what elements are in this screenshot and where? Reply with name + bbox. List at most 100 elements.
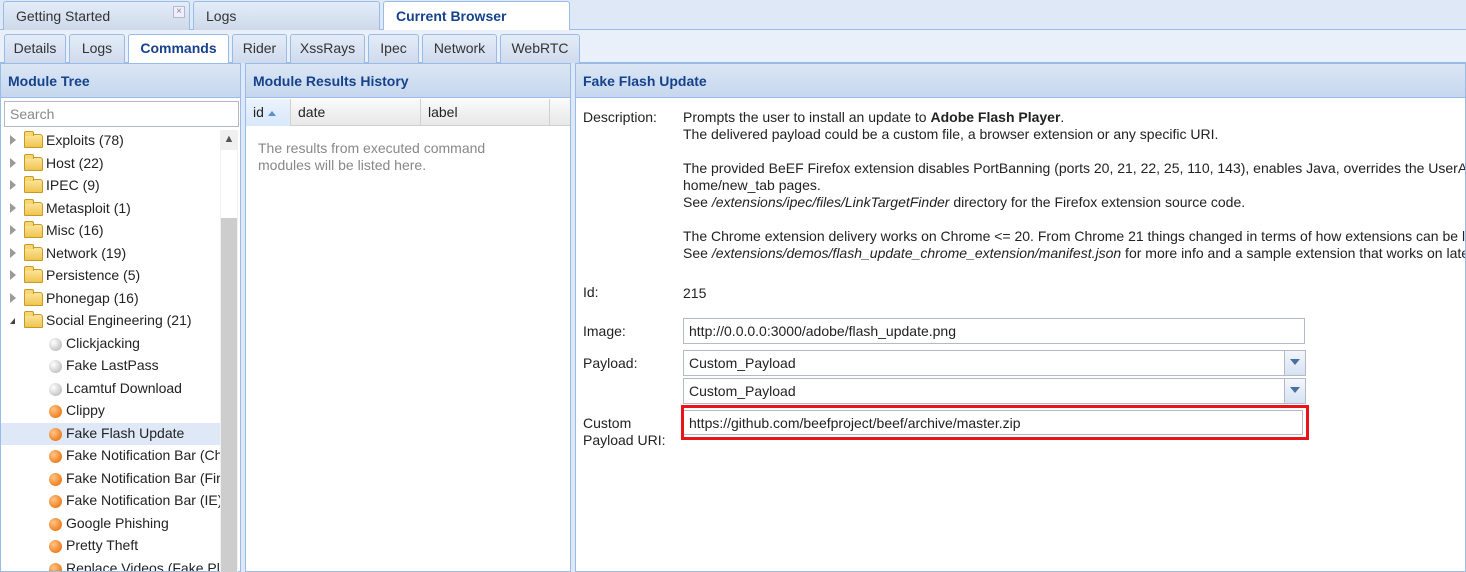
tab-commands[interactable]: Commands: [128, 34, 229, 64]
module-label: Fake Notification Bar (Firefox): [66, 469, 221, 486]
status-orange-icon: [49, 540, 62, 553]
column-label: id: [253, 104, 264, 120]
description-label: Description:: [583, 109, 657, 125]
tree-module[interactable]: Fake Notification Bar (Chrome): [1, 445, 221, 468]
tree-category[interactable]: Phonegap (16): [1, 288, 221, 311]
tab-rider[interactable]: Rider: [232, 34, 287, 63]
tab-label: Getting Started: [16, 8, 111, 24]
tree-category[interactable]: Persistence (5): [1, 265, 221, 288]
tree-scrollbar[interactable]: ▲: [220, 130, 238, 572]
tree-module[interactable]: Lcamtuf Download: [1, 378, 221, 401]
module-tree-panel: Module Tree Search Exploits (78) Host (2…: [0, 63, 241, 572]
expand-arrow-icon[interactable]: [10, 247, 16, 258]
column-header-label[interactable]: label: [421, 99, 550, 126]
image-url-input[interactable]: http://0.0.0.0:3000/adobe/flash_update.p…: [683, 318, 1305, 344]
description-line: home/new_tab pages.: [683, 177, 821, 193]
category-label: Persistence (5): [46, 267, 141, 283]
category-label: Host (22): [46, 154, 104, 171]
expand-arrow-icon[interactable]: [10, 180, 16, 190]
tab-webrtc[interactable]: WebRTC: [500, 34, 580, 63]
status-orange-icon: [49, 562, 62, 571]
description-line: The provided BeEF Firefox extension disa…: [683, 160, 1466, 176]
panel-title: Module Tree: [1, 64, 240, 98]
tree-module[interactable]: Clippy: [1, 400, 221, 423]
tree-category[interactable]: Exploits (78): [1, 130, 221, 153]
status-orange-icon: [49, 405, 62, 418]
tree-module[interactable]: Replace Videos (Fake Plugin): [1, 558, 221, 571]
tree-category[interactable]: Metasploit (1): [1, 198, 221, 221]
status-orange-icon: [49, 427, 62, 441]
main-tab-bar: Getting Started × Logs Current Browser: [0, 0, 1466, 31]
sort-ascending-icon: [267, 110, 276, 116]
status-orange-icon: [49, 517, 62, 531]
tree-category[interactable]: Host (22): [1, 153, 221, 176]
description-line: See /extensions/ipec/files/LinkTargetFin…: [683, 194, 1246, 210]
module-label: Lcamtuf Download: [66, 379, 182, 396]
expand-arrow-icon[interactable]: [10, 202, 16, 213]
folder-icon: [24, 176, 43, 193]
scrollbar-thumb[interactable]: [221, 218, 237, 572]
category-label: Network (19): [46, 244, 127, 261]
expand-arrow-icon[interactable]: [10, 157, 16, 168]
scroll-up-icon[interactable]: ▲: [220, 130, 238, 148]
payload-select-value: Custom_Payload: [689, 355, 796, 371]
tab-ipec[interactable]: Ipec: [368, 34, 419, 63]
status-grey-icon: [49, 382, 62, 396]
payload-select-secondary[interactable]: Custom_Payload: [683, 378, 1306, 404]
search-input[interactable]: Search: [4, 101, 239, 127]
status-orange-icon: [49, 450, 62, 463]
close-icon[interactable]: ×: [173, 6, 185, 18]
module-label: Fake Flash Update: [66, 424, 185, 441]
tree-module[interactable]: Google Phishing: [1, 513, 221, 536]
category-label: Exploits (78): [46, 132, 124, 148]
module-label: Google Phishing: [66, 514, 169, 531]
tab-logs[interactable]: Logs: [69, 34, 125, 63]
tree-category[interactable]: IPEC (9): [1, 175, 221, 198]
column-header-id[interactable]: id: [246, 99, 291, 126]
module-label: Pretty Theft: [66, 537, 139, 553]
status-grey-icon: [49, 337, 62, 351]
tab-label: Current Browser: [396, 8, 507, 24]
tree-module[interactable]: Fake LastPass: [1, 355, 221, 378]
tab-logs[interactable]: Logs: [193, 1, 380, 30]
folder-icon: [24, 131, 43, 148]
tree-category[interactable]: Network (19): [1, 243, 221, 266]
expand-arrow-icon[interactable]: [10, 225, 16, 235]
module-detail-panel: Fake Flash Update Description: Prompts t…: [575, 63, 1466, 572]
scrollbar-track[interactable]: [221, 150, 237, 218]
expand-arrow-icon[interactable]: [10, 135, 16, 145]
payload-select[interactable]: Custom_Payload: [683, 350, 1306, 376]
custom-uri-label: Custom: [583, 415, 632, 431]
folder-icon: [24, 221, 43, 238]
panel-title: Module Results History: [246, 64, 570, 98]
tab-details[interactable]: Details: [4, 34, 66, 63]
tree-module[interactable]: Fake Notification Bar (IE): [1, 490, 221, 513]
collapse-arrow-icon[interactable]: [10, 318, 15, 324]
tab-current-browser[interactable]: Current Browser: [383, 1, 570, 31]
chevron-down-icon[interactable]: [1284, 379, 1305, 403]
tree-module[interactable]: Clickjacking: [1, 333, 221, 356]
category-label: Social Engineering (21): [46, 312, 192, 328]
tree-module-selected[interactable]: Fake Flash Update: [1, 422, 221, 445]
column-header-date[interactable]: date: [291, 99, 421, 126]
tab-xssrays[interactable]: XssRays: [290, 34, 365, 63]
expand-arrow-icon[interactable]: [10, 292, 16, 303]
module-label: Clickjacking: [66, 334, 140, 351]
column-label: date: [298, 104, 326, 120]
column-label: label: [428, 104, 458, 120]
folder-icon: [24, 243, 43, 261]
expand-arrow-icon[interactable]: [10, 270, 16, 280]
tree-category-expanded[interactable]: Social Engineering (21): [1, 310, 221, 333]
tab-getting-started[interactable]: Getting Started ×: [3, 1, 190, 30]
results-grid-header: id date label: [246, 99, 570, 126]
module-label: Fake LastPass: [66, 357, 159, 373]
tree-category[interactable]: Misc (16): [1, 220, 221, 243]
payload-select-value: Custom_Payload: [689, 383, 796, 399]
tree-module[interactable]: Pretty Theft: [1, 535, 221, 558]
tab-network[interactable]: Network: [422, 34, 497, 63]
module-tree: Exploits (78) Host (22) IPEC (9) Metaspl…: [1, 130, 221, 571]
chevron-down-icon[interactable]: [1284, 351, 1305, 375]
module-label: Clippy: [66, 402, 105, 418]
tree-module[interactable]: Fake Notification Bar (Firefox): [1, 468, 221, 491]
browser-tab-bar: Details Logs Commands Rider XssRays Ipec…: [0, 30, 1466, 64]
